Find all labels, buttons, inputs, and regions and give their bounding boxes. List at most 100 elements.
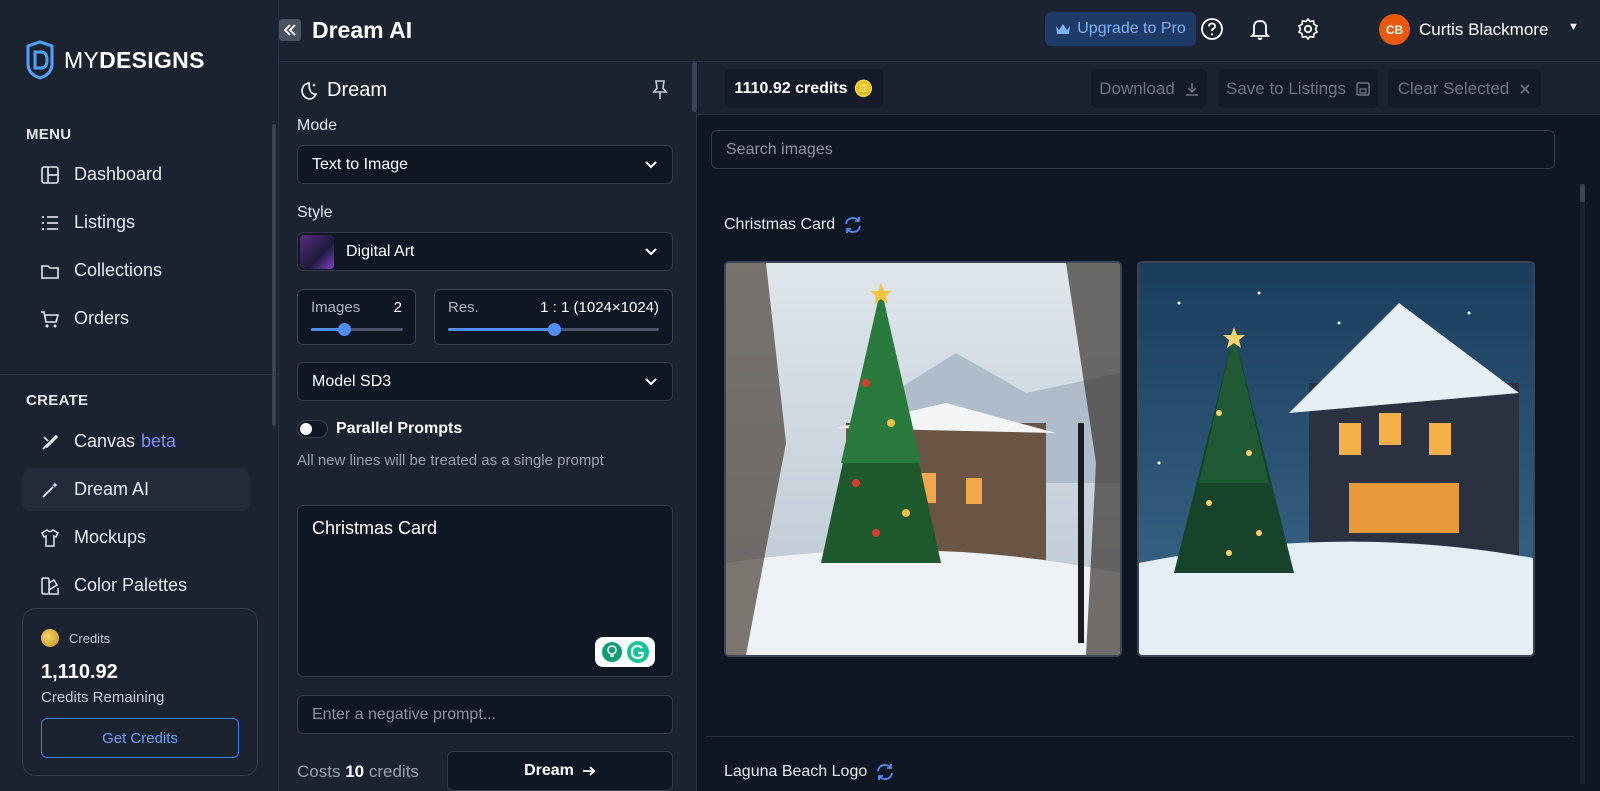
sidebar-item-orders[interactable]: Orders [22,297,250,340]
group-divider [706,736,1574,737]
cart-icon [40,309,60,329]
coin-icon [41,629,59,647]
refresh-icon[interactable] [875,762,895,782]
help-button[interactable] [1199,16,1225,42]
list-icon [40,213,60,233]
dream-button[interactable]: Dream [447,751,673,791]
settings-button[interactable] [1295,16,1321,42]
style-thumbnail [300,234,334,269]
sidebar-item-label: Collections [74,260,163,280]
menu-section-title: MENU [26,126,72,143]
cost-label: Costs 10 credits [297,762,419,781]
collapse-sidebar-button[interactable] [279,19,301,41]
crown-icon [1056,24,1071,34]
save-icon [1356,81,1370,96]
grammarly-icon [626,641,649,663]
mode-select[interactable]: Text to Image [297,145,673,184]
coins-icon: 🪙 [853,80,874,98]
action-bar: 1110.92 credits 🪙 Download Save to Listi… [698,62,1600,115]
sidebar-item-mockups[interactable]: Mockups [22,516,250,559]
download-button[interactable]: Download [1091,69,1207,108]
palette-icon [40,576,60,596]
sidebar-item-label: Color Palettes [74,575,188,595]
sidebar-item-label: Listings [74,212,136,232]
christmas-village-image [726,263,1120,655]
group-title: Christmas Card [724,215,863,235]
main-scrollbar[interactable] [1580,184,1585,784]
grammarly-widget[interactable] [595,637,655,667]
refresh-icon[interactable] [843,215,863,235]
parallel-prompts-label: Parallel Prompts [336,420,463,437]
sidebar-item-label: Mockups [74,527,147,547]
images-slider-handle[interactable] [338,323,351,336]
resolution-label: Res. [448,299,479,316]
user-name[interactable]: Curtis Blackmore [1419,20,1548,40]
chevron-down-icon [645,378,657,386]
save-to-listings-button[interactable]: Save to Listings [1218,69,1378,108]
caret-down-icon[interactable]: ▼ [1568,21,1579,33]
double-chevron-left-icon [283,24,296,36]
sidebar-item-dashboard[interactable]: Dashboard [22,153,250,196]
sidebar-item-label: Orders [74,308,130,328]
parallel-prompts-helper: All new lines will be treated as a singl… [297,452,604,469]
mydesigns-logo-icon [26,40,54,80]
resolution-slider-handle[interactable] [548,323,561,336]
style-value: Digital Art [346,242,415,260]
help-icon [1201,18,1223,40]
images-label: Images [311,299,361,316]
sidebar-item-label: Dashboard [74,164,163,184]
style-select[interactable]: Digital Art [297,232,673,271]
christmas-house-image [1139,263,1533,655]
negative-prompt-input[interactable] [297,695,673,734]
arrow-right-icon [582,766,596,776]
style-label: Style [297,204,333,221]
main-scrollbar-thumb[interactable] [1580,184,1585,202]
sidebar-item-color-palettes[interactable]: Color Palettes [22,564,250,607]
parallel-prompts-toggle[interactable] [297,420,328,438]
brand-logo[interactable]: MYDESIGNS [24,40,205,80]
dream-panel: Dream Mode Text to Image Style Digital A… [279,62,697,791]
generated-image-card[interactable] [724,261,1122,657]
panel-header: Dream [297,79,387,102]
search-input[interactable] [711,130,1555,169]
images-value: 2 [393,299,402,316]
group-title: Laguna Beach Logo [724,762,895,782]
bulb-icon [601,642,622,662]
credits-pill: 1110.92 credits 🪙 [725,69,883,108]
upgrade-to-pro-button[interactable]: Upgrade to Pro [1045,12,1196,46]
get-credits-button[interactable]: Get Credits [41,718,239,758]
moon-sparkle-icon [301,81,318,100]
shirt-icon [40,528,60,548]
pin-button[interactable] [650,79,670,106]
chevron-down-icon [645,161,657,169]
panel-title: Dream [327,79,388,101]
pin-icon [652,80,668,99]
magic-wand-icon [40,480,60,500]
sidebar-item-collections[interactable]: Collections [22,249,250,292]
resolution-slider-box: Res. 1 : 1 (1024×1024) [434,289,673,345]
mode-label: Mode [297,117,338,134]
avatar[interactable]: CB [1379,14,1410,45]
notifications-button[interactable] [1247,16,1273,42]
resolution-slider-fill [448,328,554,331]
clear-selected-button[interactable]: Clear Selected [1388,69,1541,108]
brand-name: MYDESIGNS [64,46,205,73]
sidebar-item-canvas[interactable]: Canvas beta [22,420,250,463]
brush-icon [40,432,60,452]
sidebar-item-listings[interactable]: Listings [22,201,250,244]
sidebar-scrollbar[interactable] [272,124,276,426]
toggle-knob [300,423,312,435]
mode-value: Text to Image [312,155,409,173]
sidebar-item-label: Canvas beta [74,431,177,451]
bell-icon [1249,20,1271,40]
sidebar-divider [0,374,278,375]
credits-label: Credits [69,630,111,646]
folder-icon [40,261,60,281]
sidebar-item-dream-ai[interactable]: Dream AI [22,468,250,511]
sidebar: MYDESIGNS MENU Dashboard Listings Collec… [0,0,279,791]
panel-scrollbar[interactable] [692,62,697,112]
gear-icon [1297,17,1319,41]
model-select[interactable]: Model SD3 [297,362,673,401]
generated-image-card[interactable] [1137,261,1535,657]
beta-badge: beta [141,431,177,451]
